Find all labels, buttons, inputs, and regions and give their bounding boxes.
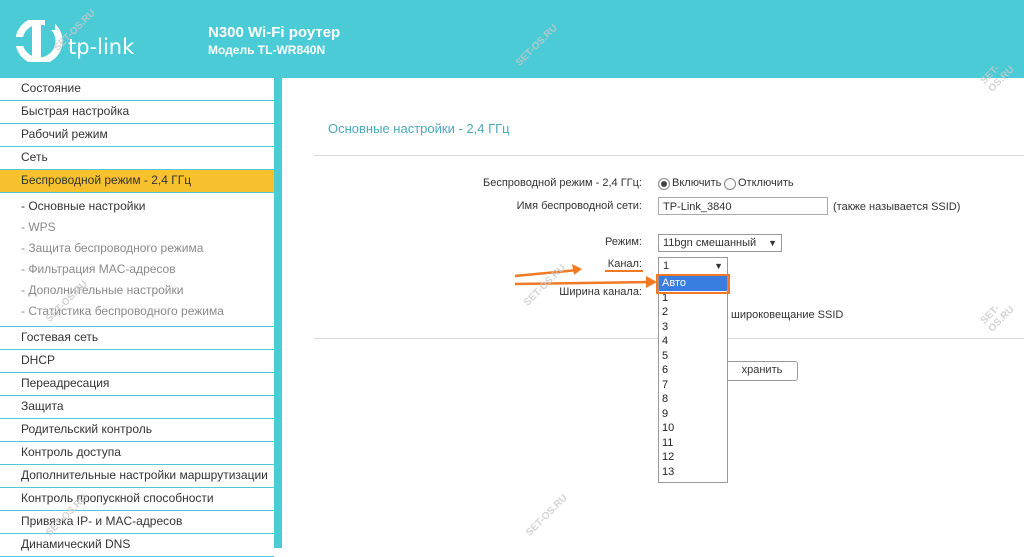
channel-option[interactable]: 13	[659, 465, 727, 480]
save-button[interactable]: хранить	[716, 361, 798, 381]
channel-option[interactable]: 9	[659, 407, 727, 422]
ssid-input[interactable]: TP-Link_3840	[658, 197, 828, 215]
channel-dropdown-list: Авто 1 2 3 4 5 6 7 8 9 10 11 12 13	[658, 275, 728, 483]
nav-item-bandwidth-control[interactable]: Контроль пропускной способности	[0, 488, 274, 511]
ssid-broadcast-label: широковещание SSID	[731, 309, 844, 321]
header: tp-link N300 Wi-Fi роутер Модель TL-WR84…	[0, 0, 1024, 78]
watermark: SET-OS.RU	[978, 303, 1017, 335]
sub-item-wireless-statistics[interactable]: - Статистика беспроводного режима	[0, 301, 274, 322]
channel-option[interactable]: 4	[659, 334, 727, 349]
save-button-label: хранить	[741, 364, 783, 376]
enable-radio[interactable]	[658, 178, 670, 190]
logo-text: tp-link	[68, 35, 135, 59]
enable-radio-label: Включить	[672, 177, 722, 189]
sub-item-wireless-security[interactable]: - Защита беспроводного режима	[0, 238, 274, 259]
sub-item-advanced-settings[interactable]: - Дополнительные настройки	[0, 280, 274, 301]
sidebar: Состояние Быстрая настройка Рабочий режи…	[0, 78, 282, 557]
nav-item-guest-network[interactable]: Гостевая сеть	[0, 327, 274, 350]
sub-item-basic-settings[interactable]: - Основные настройки	[0, 196, 274, 217]
channel-option[interactable]: 12	[659, 450, 727, 465]
nav-item-operation-mode[interactable]: Рабочий режим	[0, 124, 274, 147]
nav-item-parental-control[interactable]: Родительский контроль	[0, 419, 274, 442]
router-model: Модель TL-WR840N	[208, 43, 326, 57]
nav-item-wireless-24[interactable]: Беспроводной режим - 2,4 ГГц	[0, 170, 274, 193]
mode-select-value: 11bgn смешанный	[663, 237, 757, 249]
wireless-submenu: - Основные настройки - WPS - Защита бесп…	[0, 193, 274, 327]
channel-option[interactable]: 3	[659, 320, 727, 335]
disable-radio-label: Отключить	[738, 177, 794, 189]
channel-option-auto[interactable]: Авто	[659, 276, 727, 291]
nav-item-ip-mac-binding[interactable]: Привязка IP- и MAC-адресов	[0, 511, 274, 534]
ssid-hint: (также называется SSID)	[833, 201, 961, 213]
mode-label: Режим:	[605, 236, 642, 248]
nav-item-network[interactable]: Сеть	[0, 147, 274, 170]
nav-item-forwarding[interactable]: Переадресация	[0, 373, 274, 396]
chevron-down-icon: ▼	[768, 238, 777, 248]
channel-option[interactable]: 6	[659, 363, 727, 378]
nav-item-security[interactable]: Защита	[0, 396, 274, 419]
channel-option[interactable]: 10	[659, 421, 727, 436]
channel-option[interactable]: 2	[659, 305, 727, 320]
chevron-down-icon: ▼	[714, 261, 723, 271]
mode-select[interactable]: 11bgn смешанный ▼	[658, 234, 782, 252]
page-title: Основные настройки - 2,4 ГГц	[328, 121, 510, 136]
nav-item-dynamic-dns[interactable]: Динамический DNS	[0, 534, 274, 557]
annotation-arrows	[514, 264, 657, 288]
nav-item-status[interactable]: Состояние	[0, 78, 274, 101]
channel-select-value: 1	[663, 260, 670, 272]
channel-option[interactable]: 1	[659, 291, 727, 306]
sub-item-wps[interactable]: - WPS	[0, 217, 274, 238]
channel-option[interactable]: 8	[659, 392, 727, 407]
disable-radio[interactable]	[724, 178, 736, 190]
channel-option[interactable]: 7	[659, 378, 727, 393]
ssid-label: Имя беспроводной сети:	[516, 200, 642, 212]
nav-item-advanced-routing[interactable]: Дополнительные настройки маршрутизации	[0, 465, 274, 488]
wireless-mode-label: Беспроводной режим - 2,4 ГГц:	[482, 177, 642, 189]
nav-item-dhcp[interactable]: DHCP	[0, 350, 274, 373]
channel-option[interactable]: 5	[659, 349, 727, 364]
watermark: SET-OS.RU	[524, 492, 570, 539]
nav-item-quick-setup[interactable]: Быстрая настройка	[0, 101, 274, 124]
sub-item-mac-filtering[interactable]: - Фильтрация MAC-адресов	[0, 259, 274, 280]
nav-item-access-control[interactable]: Контроль доступа	[0, 442, 274, 465]
channel-select[interactable]: 1 ▼	[658, 257, 728, 275]
divider	[314, 155, 1024, 156]
router-title: N300 Wi-Fi роутер	[208, 24, 341, 41]
channel-option[interactable]: 11	[659, 436, 727, 451]
